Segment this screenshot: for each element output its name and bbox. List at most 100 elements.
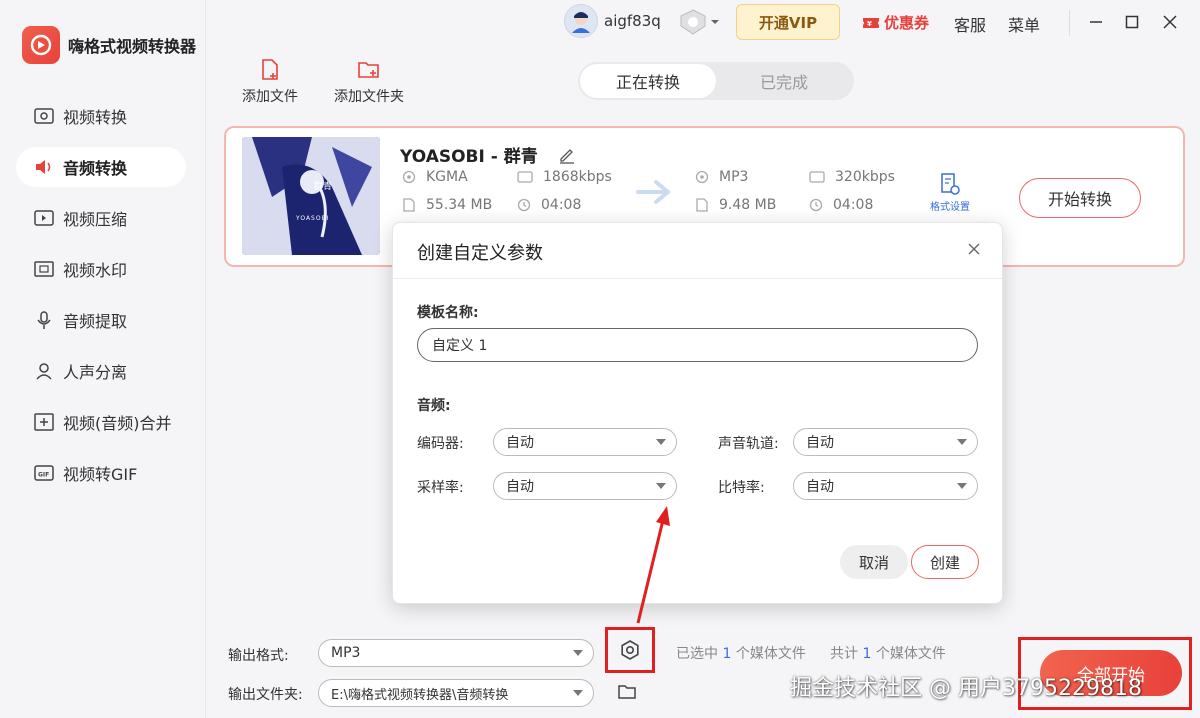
- cover-artist: YOASOBI: [296, 215, 330, 222]
- sidebar-item-merge[interactable]: 视频(音频)合并: [16, 402, 186, 442]
- format-icon: [695, 170, 709, 184]
- output-format-value: MP3: [331, 645, 361, 661]
- samplerate-label: 采样率:: [417, 480, 464, 496]
- menu-link[interactable]: 菜单: [1008, 12, 1040, 36]
- add-file-button[interactable]: 添加文件: [242, 58, 298, 106]
- sidebar-item-video-watermark[interactable]: 视频水印: [16, 249, 186, 289]
- src-format-value: KGMA: [426, 169, 468, 185]
- src-format: KGMA: [402, 169, 468, 185]
- src-size-value: 55.34 MB: [426, 197, 493, 213]
- close-icon[interactable]: [1158, 10, 1182, 34]
- total-prefix: 共计: [830, 646, 858, 662]
- sidebar-nav: 视频转换 音频转换 视频压缩 视频水印 音频提取 人声分离 视频(音频)合并 G…: [16, 96, 186, 504]
- src-duration-value: 04:08: [541, 197, 582, 213]
- start-convert-button[interactable]: 开始转换: [1019, 178, 1141, 218]
- sidebar-item-label: 人声分离: [63, 363, 128, 382]
- encoder-value: 自动: [506, 435, 534, 451]
- selected-count: 已选中 1 个媒体文件: [676, 643, 806, 663]
- title-bar: aigf83q 开通VIP ¥ 优惠券 客服 菜单: [206, 0, 1200, 46]
- divider: [393, 278, 1002, 279]
- channel-label: 声音轨道:: [718, 436, 779, 452]
- src-duration: 04:08: [517, 197, 581, 213]
- custom-params-dialog: 创建自定义参数 模板名称: 自定义 1 音频: 编码器: 自动 声音轨道: 自动…: [392, 222, 1003, 604]
- sidebar-item-label: 音频提取: [63, 312, 128, 331]
- sidebar-item-label: 视频转换: [63, 108, 128, 127]
- total-suffix: 个媒体文件: [875, 646, 946, 662]
- file-size-icon: [403, 198, 415, 212]
- svg-text:¥: ¥: [867, 20, 872, 28]
- edit-icon[interactable]: [558, 146, 576, 164]
- create-button[interactable]: 创建: [911, 545, 979, 579]
- dst-format: MP3: [695, 169, 748, 185]
- dialog-title: 创建自定义参数: [417, 243, 543, 264]
- customer-service-link[interactable]: 客服: [954, 12, 986, 36]
- format-settings-label: 格式设置: [930, 202, 970, 213]
- sidebar-item-audio-extract[interactable]: 音频提取: [16, 300, 186, 340]
- dialog-close-icon[interactable]: [964, 239, 984, 259]
- add-folder-button[interactable]: 添加文件夹: [334, 58, 404, 106]
- cover-title: 群青: [314, 182, 333, 192]
- maximize-icon[interactable]: [1120, 10, 1144, 34]
- sidebar-item-video-convert[interactable]: 视频转换: [16, 96, 186, 136]
- open-folder-icon[interactable]: [617, 683, 637, 701]
- video-watermark-icon: [33, 258, 55, 280]
- coupon-label: 优惠券: [884, 14, 930, 32]
- file-size-icon: [696, 198, 708, 212]
- add-folder-label: 添加文件夹: [334, 89, 404, 105]
- sidebar-item-gif[interactable]: GIF 视频转GIF: [16, 453, 186, 493]
- audio-section-label: 音频:: [417, 398, 451, 414]
- video-convert-icon: [33, 105, 55, 127]
- user-account[interactable]: aigf83q: [564, 4, 661, 38]
- dst-size: 9.48 MB: [695, 197, 776, 213]
- bitrate-label: 比特率:: [718, 480, 765, 496]
- selected-suffix: 个媒体文件: [735, 646, 806, 662]
- format-settings-highlight[interactable]: [605, 627, 655, 673]
- chevron-down-icon: [573, 690, 583, 696]
- samplerate-select[interactable]: 自动: [493, 472, 677, 500]
- samplerate-value: 自动: [506, 479, 534, 495]
- encoder-label: 编码器:: [417, 436, 464, 452]
- output-folder-select[interactable]: E:\嗨格式视频转换器\音频转换: [318, 679, 594, 707]
- output-folder-value: E:\嗨格式视频转换器\音频转换: [331, 687, 509, 703]
- coupon-button[interactable]: ¥ 优惠券: [862, 12, 929, 33]
- audio-convert-icon: [33, 156, 55, 178]
- src-bitrate-value: 1868kbps: [543, 169, 612, 185]
- member-badge[interactable]: [678, 8, 720, 36]
- divider: [1069, 10, 1070, 36]
- dst-format-value: MP3: [719, 169, 749, 185]
- add-file-label: 添加文件: [242, 89, 298, 105]
- template-name-label: 模板名称:: [417, 305, 479, 321]
- output-folder-label: 输出文件夹:: [228, 687, 303, 703]
- sidebar-item-label: 视频(音频)合并: [63, 414, 172, 433]
- sidebar-item-label: 视频压缩: [63, 210, 128, 229]
- tab-converting[interactable]: 正在转换: [580, 64, 716, 98]
- channel-select[interactable]: 自动: [793, 428, 978, 456]
- format-settings-icon: [941, 173, 960, 195]
- sidebar-item-label: 视频水印: [63, 261, 128, 280]
- src-bitrate: 1868kbps: [517, 169, 612, 185]
- gear-icon: [621, 640, 639, 660]
- app-name: 嗨格式视频转换器: [68, 37, 197, 56]
- cancel-button[interactable]: 取消: [840, 545, 908, 579]
- sidebar-item-vocal-separate[interactable]: 人声分离: [16, 351, 186, 391]
- convert-arrow-icon: [636, 180, 670, 204]
- bitrate-icon: [809, 171, 825, 183]
- bitrate-select[interactable]: 自动: [793, 472, 978, 500]
- clock-icon: [809, 198, 823, 212]
- bitrate-value: 自动: [806, 479, 834, 495]
- format-settings-button[interactable]: 格式设置: [930, 172, 970, 213]
- sidebar-item-video-compress[interactable]: 视频压缩: [16, 198, 186, 238]
- output-format-select[interactable]: MP3: [318, 639, 594, 667]
- tab-done[interactable]: 已完成: [716, 64, 852, 98]
- minimize-icon[interactable]: [1084, 10, 1108, 34]
- bitrate-icon: [517, 171, 533, 183]
- chevron-down-icon: [656, 439, 666, 445]
- vip-button[interactable]: 开通VIP: [736, 4, 840, 40]
- format-icon: [402, 170, 416, 184]
- merge-icon: [33, 411, 55, 433]
- sidebar-item-audio-convert[interactable]: 音频转换: [16, 147, 186, 187]
- channel-value: 自动: [806, 435, 834, 451]
- encoder-select[interactable]: 自动: [493, 428, 677, 456]
- chevron-down-icon: [573, 650, 583, 656]
- template-name-input[interactable]: 自定义 1: [417, 328, 978, 362]
